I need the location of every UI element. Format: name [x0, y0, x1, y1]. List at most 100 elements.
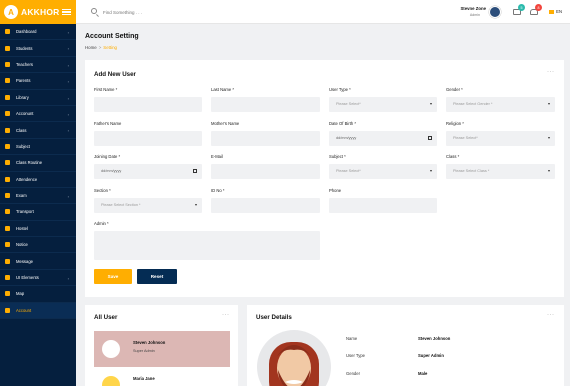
- user-type-placeholder: Please Select*: [336, 102, 361, 106]
- joining-date-field[interactable]: dd/mm/yyyy: [94, 164, 202, 179]
- account-icon: [5, 111, 10, 117]
- class-placeholder: Please Select Class *: [453, 169, 490, 173]
- user-name[interactable]: Stevne Zone: [460, 6, 486, 11]
- subject-label: Subject *: [329, 154, 346, 159]
- calendar-icon[interactable]: [428, 136, 432, 140]
- menu-toggle-icon[interactable]: [62, 8, 71, 16]
- reset-button[interactable]: Reset: [137, 269, 177, 284]
- sidebar-item-label: Attendence: [16, 176, 38, 182]
- sidebar-item-hostel[interactable]: Hostel: [0, 221, 76, 238]
- sidebar-item-acconunt[interactable]: Acconunt ›: [0, 106, 76, 123]
- sidebar-item-label: Message: [16, 258, 33, 264]
- caret-down-icon: [430, 170, 432, 172]
- sidebar: A AKKHOR Dashboard › Students › Teachers › Par…: [0, 0, 76, 386]
- id-no-field[interactable]: [211, 198, 320, 213]
- message-count-badge: 5: [518, 4, 525, 11]
- subject-placeholder: Please Select*: [336, 169, 361, 173]
- father-name-field[interactable]: [94, 131, 202, 146]
- email-label: E-Mail: [211, 154, 223, 159]
- sidebar-item-exam[interactable]: Exam ›: [0, 188, 76, 205]
- sidebar-item-attendence[interactable]: Attendence: [0, 172, 76, 188]
- hostel-icon: [5, 225, 10, 231]
- last-name-field[interactable]: [211, 97, 320, 112]
- sidebar-item-message[interactable]: Message: [0, 253, 76, 270]
- avatar[interactable]: [489, 6, 501, 18]
- class-icon: [5, 127, 10, 133]
- class-label: Class *: [446, 154, 460, 159]
- sidebar-item-label: Class: [16, 127, 27, 133]
- ui-elements-icon: [5, 275, 10, 281]
- breadcrumb: Home > Setting: [85, 45, 117, 50]
- sidebar-item-label: Account: [16, 307, 32, 313]
- sidebar-item-teachers[interactable]: Teachers ›: [0, 57, 76, 74]
- sidebar-item-notice[interactable]: Notice: [0, 237, 76, 254]
- religion-select[interactable]: Please Select*: [446, 131, 555, 146]
- phone-field[interactable]: [329, 198, 437, 213]
- breadcrumb-home[interactable]: Home: [85, 45, 97, 50]
- save-button[interactable]: Save: [94, 269, 132, 284]
- sidebar-item-subject[interactable]: Subject: [0, 139, 76, 156]
- message-icon: [5, 258, 10, 264]
- app-root: A AKKHOR Dashboard › Students › Teachers › Par…: [0, 0, 570, 386]
- sidebar-item-transport[interactable]: Transport: [0, 204, 76, 221]
- sidebar-item-parents[interactable]: Parents ›: [0, 73, 76, 90]
- search-input[interactable]: [103, 6, 213, 18]
- brand[interactable]: A AKKHOR: [0, 0, 76, 24]
- flag-icon[interactable]: [549, 10, 554, 14]
- avatar: [102, 376, 120, 386]
- mother-name-field[interactable]: [211, 131, 320, 146]
- user-type-label: User Type *: [329, 87, 351, 92]
- subject-icon: [5, 143, 10, 149]
- user-type-select[interactable]: Please Select*: [329, 97, 437, 112]
- father-name-label: Father's Name: [94, 121, 122, 126]
- gender-placeholder: Please Select Gender *: [453, 102, 493, 106]
- sidebar-item-students[interactable]: Students ›: [0, 40, 76, 57]
- avatar: [102, 340, 120, 358]
- user-portrait-icon: [269, 342, 319, 386]
- user-list-item[interactable]: Maria Jane: [94, 367, 230, 386]
- first-name-label: First Name *: [94, 87, 118, 92]
- sidebar-item-map[interactable]: Map: [0, 286, 76, 303]
- first-name-field[interactable]: [94, 97, 202, 112]
- admin-label: Admin *: [94, 221, 109, 226]
- detail-key-name: Name: [346, 336, 358, 341]
- detail-value-user-type: Super Admin: [418, 353, 444, 358]
- class-select[interactable]: Please Select Class *: [446, 164, 555, 179]
- subject-select[interactable]: Please Select*: [329, 164, 437, 179]
- sidebar-item-dashboard[interactable]: Dashboard ›: [0, 24, 76, 41]
- dob-placeholder: dd/mm/yyyy: [336, 136, 357, 140]
- caret-down-icon: [548, 170, 550, 172]
- detail-key-user-type: User Type: [346, 353, 366, 358]
- sidebar-item-label: Exam: [16, 193, 27, 199]
- admin-textarea[interactable]: [94, 231, 320, 260]
- user-avatar-large: [257, 330, 331, 386]
- sidebar-item-ui-elements[interactable]: UI Elements ›: [0, 270, 76, 287]
- sidebar-item-label: Library: [16, 94, 29, 100]
- phone-label: Phone: [329, 188, 342, 193]
- calendar-icon[interactable]: [193, 169, 197, 173]
- email-field[interactable]: [211, 164, 320, 179]
- language-selector[interactable]: EN: [556, 9, 562, 14]
- user-list-item[interactable]: Steven Johnson Super Admin: [94, 331, 230, 367]
- card-menu-icon[interactable]: ···: [547, 312, 555, 318]
- sidebar-item-label: Students: [16, 45, 33, 51]
- caret-down-icon: [430, 103, 432, 105]
- sidebar-item-class[interactable]: Class ›: [0, 122, 76, 139]
- sidebar-item-class-routine[interactable]: Class Routine: [0, 155, 76, 172]
- sidebar-item-label: UI Elements: [16, 275, 39, 281]
- attendance-icon: [5, 176, 10, 182]
- search-icon[interactable]: [91, 8, 97, 14]
- gender-select[interactable]: Please Select Gender *: [446, 97, 555, 112]
- section-label: Section *: [94, 188, 111, 193]
- detail-key-gender: Gender: [346, 371, 360, 376]
- dob-label: Date Of Birth *: [329, 121, 356, 126]
- library-icon: [5, 94, 10, 100]
- chevron-right-icon: ›: [67, 111, 69, 117]
- card-menu-icon[interactable]: ···: [547, 69, 555, 75]
- exam-icon: [5, 193, 10, 199]
- section-select[interactable]: Please Select Section *: [94, 198, 202, 213]
- card-menu-icon[interactable]: ···: [222, 312, 230, 318]
- dob-field[interactable]: dd/mm/yyyy: [329, 131, 437, 146]
- sidebar-item-library[interactable]: Library ›: [0, 90, 76, 106]
- sidebar-item-account[interactable]: Account: [0, 302, 76, 320]
